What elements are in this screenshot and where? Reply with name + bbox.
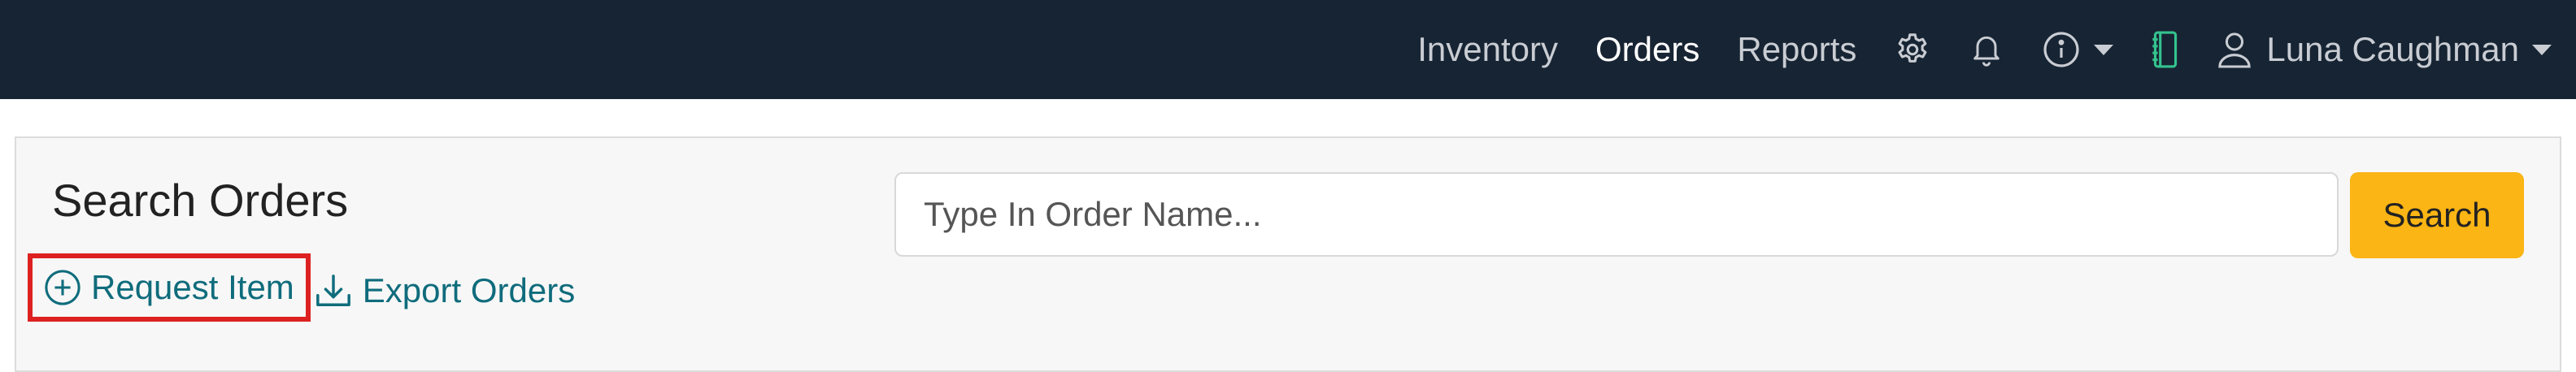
- export-orders-label: Export Orders: [362, 271, 576, 309]
- plus-circle-icon: [45, 270, 80, 305]
- top-navbar: Inventory Orders Reports Luna Caughman: [0, 0, 2576, 99]
- info-menu[interactable]: [2042, 30, 2114, 69]
- user-menu[interactable]: Luna Caughman: [2217, 30, 2552, 69]
- search-button[interactable]: Search: [2350, 172, 2524, 258]
- order-search-input[interactable]: [894, 172, 2339, 257]
- info-icon: [2043, 32, 2080, 67]
- user-name: Luna Caughman: [2266, 30, 2519, 68]
- notebook-icon[interactable]: [2151, 31, 2180, 68]
- user-icon: [2218, 32, 2252, 68]
- nav-link-inventory[interactable]: Inventory: [1417, 32, 1558, 67]
- panel-actions: Request Item Export Orders: [28, 253, 575, 322]
- export-orders-link[interactable]: Export Orders: [314, 271, 575, 310]
- page-title: Search Orders: [52, 175, 349, 226]
- search-orders-panel: Search Orders Request Item Export Orders…: [15, 136, 2561, 372]
- chevron-down-icon: [2532, 44, 2552, 55]
- chevron-down-icon: [2094, 44, 2114, 55]
- download-icon: [315, 275, 350, 306]
- request-item-label: Request Item: [91, 268, 294, 306]
- nav-link-reports[interactable]: Reports: [1737, 32, 1856, 67]
- nav-link-orders[interactable]: Orders: [1595, 32, 1699, 67]
- request-item-highlight: Request Item: [28, 253, 311, 322]
- gear-icon[interactable]: [1894, 31, 1931, 68]
- bell-icon[interactable]: [1969, 31, 2004, 68]
- request-item-link[interactable]: Request Item: [44, 268, 294, 307]
